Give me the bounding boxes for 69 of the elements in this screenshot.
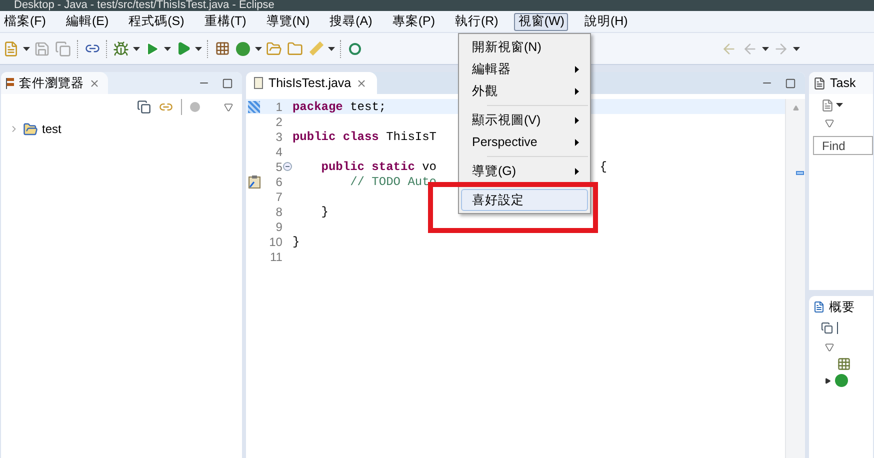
menu-item[interactable]: 導覽(N) [262,12,314,30]
menu-item[interactable]: 說明(H) [580,12,632,30]
code-brace: { [600,158,607,176]
window-title: Desktop - Java - test/src/test/ThisIsTest.java - Eclipse [14,0,274,11]
line-number: 8 [276,204,282,220]
dropdown-menu-item[interactable]: 編輯器 [461,58,588,80]
line-number: 6 [276,174,282,190]
outline-icon [813,301,825,313]
tree-expander-icon[interactable] [825,378,831,384]
line-number: 2 [276,114,282,130]
line-number: 4 [276,144,282,160]
dropdown-caret-icon[interactable] [164,46,171,50]
menu-item[interactable]: 程式碼(S) [124,12,188,30]
close-icon[interactable] [356,78,368,88]
menu-item[interactable]: 編輯(E) [62,12,113,30]
debug-bug-icon[interactable] [112,40,130,58]
line-number: 9 [276,218,282,236]
dropdown-caret-icon[interactable] [195,46,202,50]
dropdown-caret-icon[interactable] [836,103,843,107]
collapse-all-icon[interactable] [137,100,152,114]
line-number: 7 [276,188,282,206]
grid-icon[interactable] [837,357,851,371]
line-number: 10 [269,234,282,250]
dropdown-caret-icon[interactable] [23,46,30,50]
code-line: } [291,234,300,250]
code-line: public static vo [320,158,436,176]
dropdown-menu-item[interactable]: 導覽(G) [461,160,588,182]
line-number: 11 [270,248,282,266]
dropdown-menu-item[interactable]: 外觀 [461,80,588,102]
dropdown-caret-icon[interactable] [328,46,335,50]
view-tab[interactable]: 概要 [829,298,855,316]
dropdown-caret-icon[interactable] [255,46,262,50]
code-line: package test; [291,98,386,116]
dropdown-menu-item[interactable]: 開新視窗(N) [461,36,588,58]
project-folder-icon [23,122,38,136]
open-folder-icon[interactable] [286,40,304,58]
view-menu-icon[interactable] [224,102,234,112]
view-menu-icon[interactable] [825,343,834,352]
code-line: public class ThisIsT [291,128,436,146]
dropdown-caret-icon[interactable] [793,46,800,50]
menu-item[interactable]: 搜尋(A) [326,12,376,30]
tree-item[interactable]: test [42,120,62,138]
line-number: 5 [276,158,282,176]
maximize-icon[interactable] [785,78,796,88]
task-list-icon [813,76,826,90]
fold-toggle-icon[interactable] [283,162,292,171]
line-number: 1 [276,98,282,116]
dropdown-caret-icon[interactable] [762,46,769,50]
menu-item[interactable]: 專案(P) [388,12,439,30]
menu-item[interactable]: 視窗(W) [514,12,568,30]
menu-item[interactable]: 執行(R) [450,12,502,30]
dropdown-menu-item[interactable]: 顯示視圖(V) [461,109,588,131]
editor-tab[interactable]: ThisIsTest.java [246,72,378,94]
menu-item[interactable]: 重構(T) [200,12,250,30]
view-tab[interactable]: 套件瀏覽器 [1,72,108,94]
close-icon[interactable] [89,78,100,88]
task-marker-icon[interactable] [796,171,804,175]
class-icon [835,374,848,387]
dropdown-caret-icon[interactable] [133,46,140,50]
view-menu-icon[interactable] [825,119,834,128]
code-line: } [320,204,328,220]
java-file-icon [254,77,264,89]
menu-item[interactable]: 檔案(F) [0,12,50,30]
dropdown-menu-item[interactable]: Perspective [461,131,588,153]
find-field[interactable]: Find [813,136,873,155]
collapse-all-icon[interactable] [821,322,833,334]
dropdown-menu-item[interactable]: 喜好設定 [461,189,588,211]
maximize-icon[interactable] [222,78,234,88]
line-number: 3 [276,128,282,146]
